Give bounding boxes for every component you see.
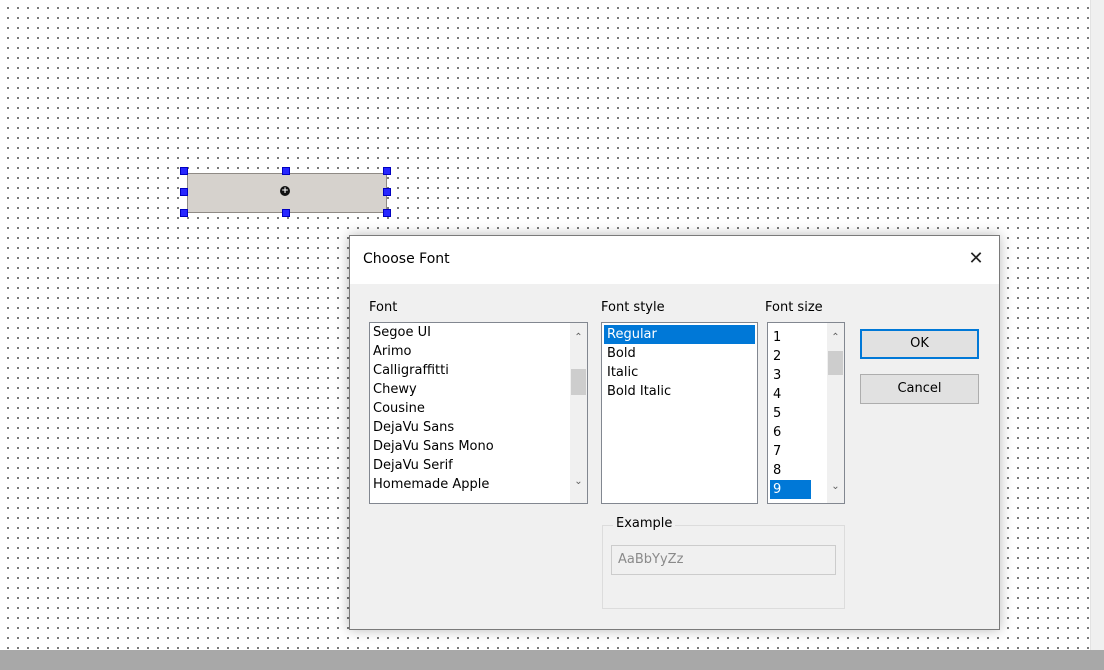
scroll-up-icon[interactable]: ⌃ [827, 329, 844, 346]
scroll-thumb[interactable] [571, 369, 586, 395]
font-size-label: Font size [765, 300, 823, 315]
font-style-item[interactable]: Bold [604, 344, 755, 363]
font-size-item[interactable]: 8 [770, 461, 811, 480]
font-list[interactable]: Segoe UI Arimo Calligraffitti Chewy Cousine D… [369, 322, 588, 504]
canvas-vertical-scrollbar[interactable] [1090, 0, 1104, 670]
font-size-item[interactable]: 4 [770, 385, 811, 404]
scroll-down-icon[interactable]: ⌄ [827, 478, 844, 495]
font-size-item[interactable]: 5 [770, 404, 811, 423]
font-size-item[interactable]: 3 [770, 366, 811, 385]
resize-handle-bottom-right[interactable] [383, 209, 391, 217]
canvas-horizontal-scrollbar[interactable] [0, 650, 1104, 670]
font-size-item[interactable]: 6 [770, 423, 811, 442]
scroll-up-icon[interactable]: ⌃ [570, 329, 587, 346]
font-style-item[interactable]: Regular [604, 325, 755, 344]
example-preview: AaBbYyZz [611, 545, 836, 575]
font-size-scrollbar[interactable]: ⌃ ⌄ [827, 323, 844, 503]
resize-handle-top-left[interactable] [180, 167, 188, 175]
font-style-item[interactable]: Italic [604, 363, 755, 382]
font-list-item[interactable]: Cousine [370, 399, 587, 418]
resize-handle-top[interactable] [282, 167, 290, 175]
choose-font-dialog: Choose Font ✕ Font Segoe UI Arimo Calligra… [349, 235, 1000, 630]
font-style-item[interactable]: Bold Italic [604, 382, 755, 401]
resize-handle-top-right[interactable] [383, 167, 391, 175]
scroll-thumb[interactable] [828, 351, 843, 375]
font-list-item[interactable]: Homemade Apple [370, 475, 587, 494]
font-list-item[interactable]: Arimo [370, 342, 587, 361]
font-size-item[interactable]: 7 [770, 442, 811, 461]
resize-handle-left[interactable] [180, 188, 188, 196]
dialog-title: Choose Font [363, 251, 450, 267]
ok-button[interactable]: OK [860, 329, 979, 359]
dialog-title-bar[interactable]: Choose Font ✕ [350, 236, 999, 284]
font-list-scrollbar[interactable]: ⌃ ⌄ [570, 323, 587, 503]
font-list-item[interactable]: Segoe UI [370, 323, 587, 342]
move-icon[interactable]: + [280, 186, 290, 196]
font-style-label: Font style [601, 300, 665, 315]
font-list-item[interactable]: DejaVu Sans [370, 418, 587, 437]
font-size-list[interactable]: 123456789 ⌃ ⌄ [767, 322, 845, 504]
resize-handle-bottom[interactable] [282, 209, 290, 217]
close-icon: ✕ [968, 248, 984, 269]
font-list-item[interactable]: DejaVu Serif [370, 456, 587, 475]
close-button[interactable]: ✕ [953, 236, 999, 282]
font-size-item[interactable]: 1 [770, 328, 811, 347]
scroll-down-icon[interactable]: ⌄ [570, 473, 587, 490]
font-list-item[interactable]: Calligraffitti [370, 361, 587, 380]
resize-handle-bottom-left[interactable] [180, 209, 188, 217]
font-label: Font [369, 300, 398, 315]
example-label: Example [613, 516, 676, 531]
font-style-list[interactable]: Regular Bold Italic Bold Italic [601, 322, 758, 504]
font-size-item[interactable]: 9 [770, 480, 811, 499]
resize-handle-right[interactable] [383, 188, 391, 196]
font-size-item[interactable]: 2 [770, 347, 811, 366]
font-list-item[interactable]: DejaVu Sans Mono [370, 437, 587, 456]
cancel-button[interactable]: Cancel [860, 374, 979, 404]
font-list-item[interactable]: Chewy [370, 380, 587, 399]
